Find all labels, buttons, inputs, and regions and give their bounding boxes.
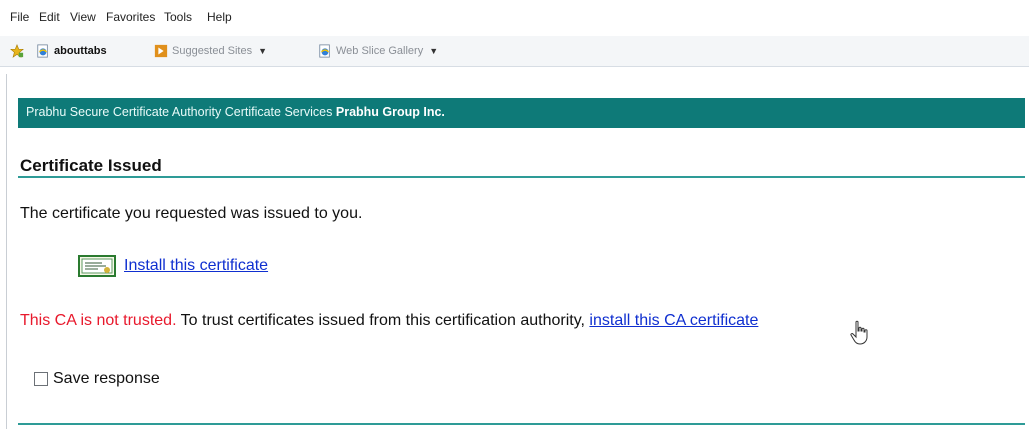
menu-favorites[interactable]: Favorites bbox=[106, 10, 155, 24]
fav-suggested-sites-label: Suggested Sites bbox=[172, 45, 253, 57]
hand-cursor-icon bbox=[850, 320, 868, 345]
save-response-label: Save response bbox=[53, 370, 160, 387]
install-this-certificate-link[interactable]: Install this certificate bbox=[124, 257, 268, 275]
ie-page-icon bbox=[37, 44, 48, 58]
section-divider bbox=[18, 176, 1025, 178]
save-response-row[interactable]: Save response bbox=[34, 370, 160, 388]
menu-edit[interactable]: Edit bbox=[39, 10, 60, 24]
menu-help[interactable]: Help bbox=[207, 10, 232, 24]
banner-company: Prabhu Group Inc. bbox=[335, 105, 445, 119]
page-banner: Prabhu Secure Certificate Authority Cert… bbox=[18, 98, 1025, 128]
fav-abouttabs-label: abouttabs bbox=[54, 45, 107, 57]
section-title: Certificate Issued bbox=[20, 156, 162, 175]
fav-web-slice-gallery[interactable]: Web Slice Gallery ▼ bbox=[318, 44, 438, 58]
favorites-button[interactable] bbox=[10, 44, 24, 58]
banner-prefix: Prabhu Secure Certificate Authority Cert… bbox=[26, 105, 333, 119]
certificate-icon[interactable] bbox=[78, 255, 116, 277]
install-ca-certificate-link[interactable]: install this CA certificate bbox=[589, 312, 758, 329]
chevron-down-icon: ▼ bbox=[258, 46, 268, 56]
fav-abouttabs[interactable]: abouttabs bbox=[36, 44, 107, 58]
untrusted-warning: This CA is not trusted. bbox=[20, 312, 177, 329]
install-certificate-row: Install this certificate bbox=[78, 255, 268, 277]
untrusted-message: To trust certificates issued from this c… bbox=[180, 312, 585, 329]
menu-tools[interactable]: Tools bbox=[164, 10, 192, 24]
suggested-sites-icon bbox=[154, 44, 168, 58]
save-response-checkbox[interactable] bbox=[34, 372, 48, 386]
favorites-star-icon bbox=[10, 44, 24, 58]
fav-web-slice-gallery-label: Web Slice Gallery bbox=[336, 45, 424, 57]
banner-text: Prabhu Secure Certificate Authority Cert… bbox=[26, 105, 445, 119]
menu-view[interactable]: View bbox=[70, 10, 96, 24]
untrusted-ca-line: This CA is not trusted. To trust certifi… bbox=[20, 312, 758, 330]
fav-suggested-sites[interactable]: Suggested Sites ▼ bbox=[154, 44, 267, 58]
menu-file[interactable]: File bbox=[10, 10, 29, 24]
bottom-divider bbox=[18, 423, 1025, 425]
issued-message: The certificate you requested was issued… bbox=[20, 205, 363, 222]
chevron-down-icon: ▼ bbox=[429, 46, 439, 56]
ie-page-icon bbox=[319, 44, 330, 58]
menu-bar: File Edit View Favorites Tools Help bbox=[0, 0, 1029, 36]
